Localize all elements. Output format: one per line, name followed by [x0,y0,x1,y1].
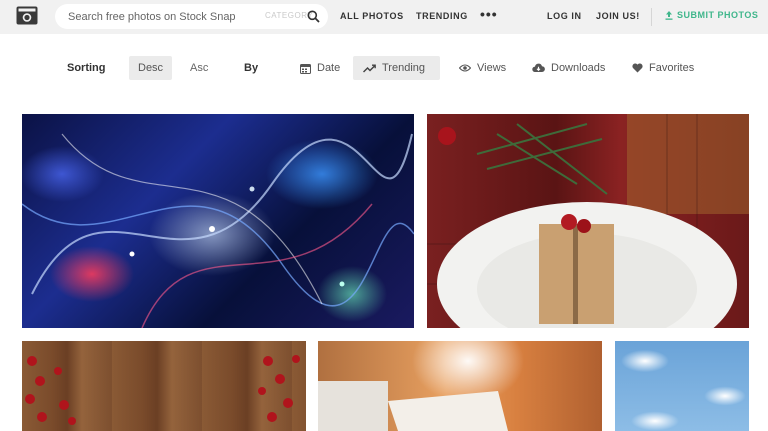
submit-photos-button[interactable]: SUBMIT PHOTOS [665,10,758,20]
more-menu-icon[interactable]: ••• [480,6,498,22]
sort-by-trending-button[interactable]: Trending [353,56,440,80]
cloud-download-icon [532,63,545,72]
login-link[interactable]: LOG IN [547,11,582,21]
date-label: Date [317,62,341,74]
trending-icon [363,64,376,73]
photo-light-trails[interactable] [22,114,414,328]
nav-divider [651,8,652,26]
eye-icon [459,64,471,72]
camera-icon[interactable] [16,6,38,25]
submit-photos-label: SUBMIT PHOTOS [677,10,759,20]
search-input[interactable] [68,10,258,23]
sort-by-label: By [244,62,259,74]
search-category-select[interactable]: CATEGORY [265,11,313,20]
join-link[interactable]: JOIN US! [596,11,640,21]
wood-berries-graphic [25,355,300,425]
nav-trending-link[interactable]: TRENDING [416,11,468,21]
light-trails-graphic [22,133,414,328]
trending-label: Trending [382,62,426,74]
heart-icon [632,63,643,73]
sunlit-paper-graphic [318,381,508,431]
upload-icon [665,10,673,20]
sort-asc-button[interactable]: Asc [181,56,217,80]
photo-wood-berries[interactable] [22,341,306,431]
photo-gift-plate[interactable] [427,114,749,328]
views-label: Views [477,62,507,74]
downloads-label: Downloads [551,62,606,74]
photo-sunlit-paper[interactable] [318,341,602,431]
sort-by-views-button[interactable]: Views [459,56,506,80]
top-navigation-bar: CATEGORY ALL PHOTOS TRENDING ••• LOG IN … [0,0,768,34]
sorting-label: Sorting [67,62,106,74]
sort-by-downloads-button[interactable]: Downloads [532,56,605,80]
calendar-icon [300,63,311,74]
nav-all-photos-link[interactable]: ALL PHOTOS [340,11,404,21]
favorites-label: Favorites [649,62,695,74]
sort-desc-button[interactable]: Desc [129,56,173,80]
sort-by-date-button[interactable]: Date [300,56,340,80]
search-bar[interactable]: CATEGORY [55,4,328,29]
sort-toolbar: Sorting Desc Asc By Date Trending Views … [0,56,768,80]
sort-by-favorites-button[interactable]: Favorites [632,56,694,80]
search-icon[interactable] [307,10,320,23]
gift-plate-graphic [427,114,749,328]
photo-sky-clouds[interactable] [615,341,749,431]
